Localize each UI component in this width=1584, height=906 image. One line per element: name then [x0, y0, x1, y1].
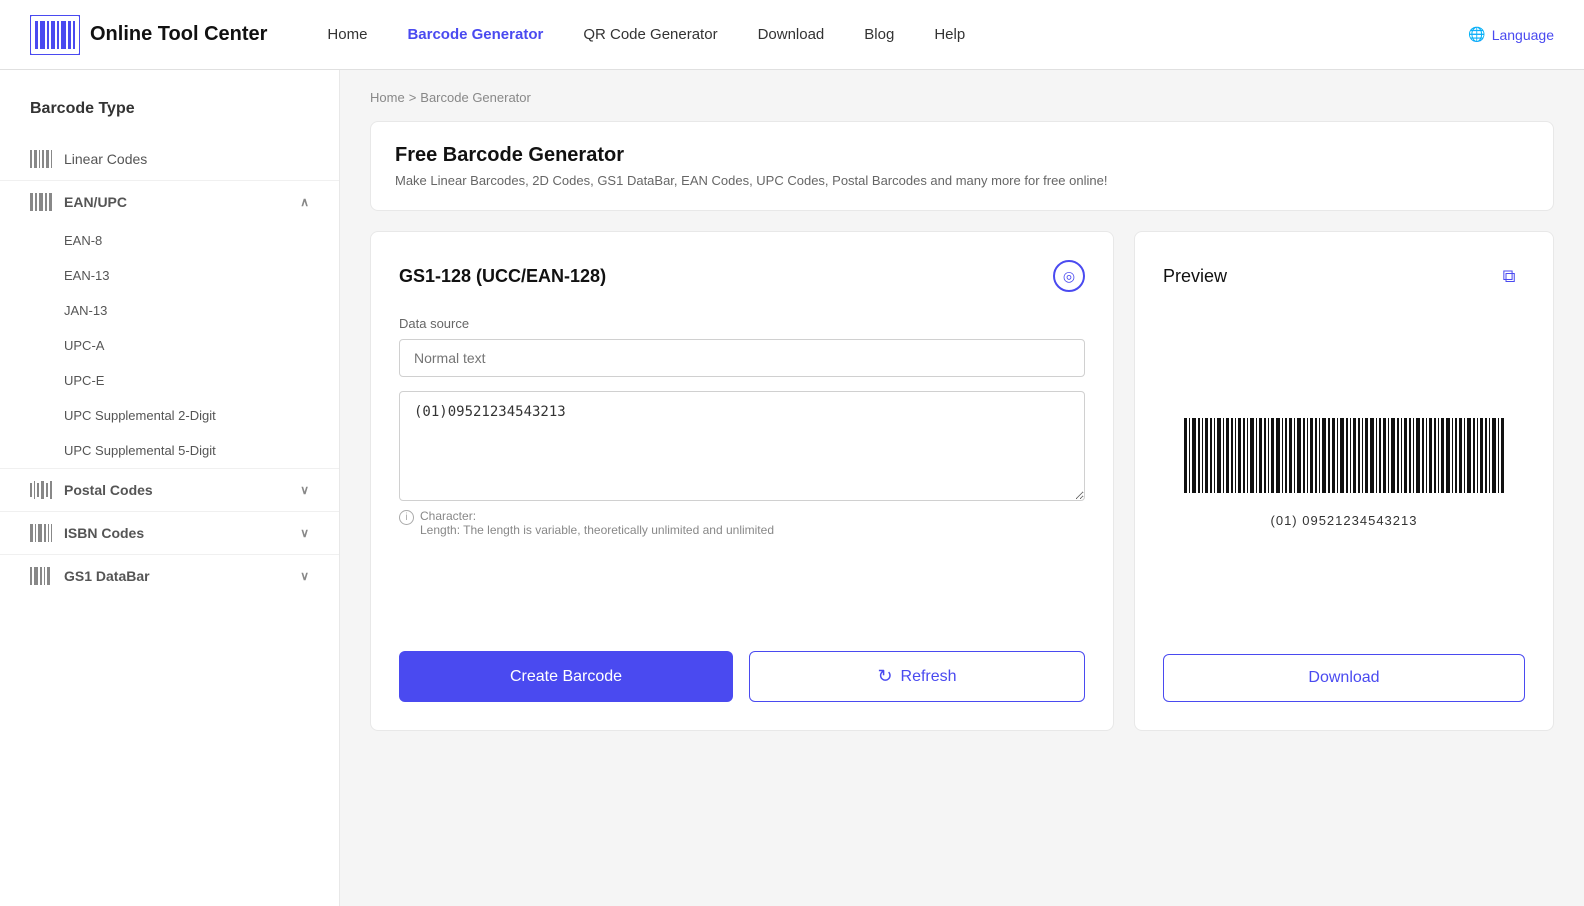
logo[interactable]: Online Tool Center — [30, 15, 267, 55]
refresh-icon: ↻ — [877, 666, 892, 687]
create-barcode-label: Create Barcode — [510, 668, 622, 685]
breadcrumb-current: Barcode Generator — [420, 90, 531, 105]
language-button[interactable]: 🌐 Language — [1468, 26, 1554, 43]
isbn-codes-label: ISBN Codes — [64, 525, 144, 541]
barcode-preview-area: (01) 09521234543213 — [1163, 312, 1525, 634]
generator-title-row: GS1-128 (UCC/EAN-128) ◎ — [399, 260, 1085, 292]
preview-title-row: Preview ⧉ — [1163, 260, 1525, 292]
breadcrumb-sep: > — [409, 90, 417, 105]
generator-row: GS1-128 (UCC/EAN-128) ◎ Data source (01)… — [370, 231, 1554, 731]
postal-codes-icon — [30, 481, 52, 499]
hero-title: Free Barcode Generator — [395, 144, 1529, 167]
barcode-image — [1184, 418, 1504, 503]
globe-icon: 🌐 — [1468, 26, 1485, 43]
sidebar-group-header-isbn-codes[interactable]: ISBN Codes ∨ — [0, 512, 339, 554]
action-buttons: Create Barcode ↻ Refresh — [399, 621, 1085, 702]
preview-title: Preview — [1163, 266, 1227, 287]
sidebar-sub-item-upce[interactable]: UPC-E — [0, 363, 339, 398]
main-nav: Home Barcode Generator QR Code Generator… — [327, 26, 1468, 43]
copy-icon: ⧉ — [1503, 266, 1516, 287]
logo-text: Online Tool Center — [90, 23, 267, 46]
download-button[interactable]: Download — [1163, 654, 1525, 702]
char-info-label: Character: — [420, 509, 476, 523]
sidebar-sub-item-ean13[interactable]: EAN-13 — [0, 258, 339, 293]
data-source-label: Data source — [399, 316, 1085, 331]
sidebar-sub-item-upc-supp5[interactable]: UPC Supplemental 5-Digit — [0, 433, 339, 468]
barcode-label-text: (01) 09521234543213 — [1271, 513, 1418, 528]
data-source-input[interactable] — [399, 339, 1085, 377]
isbn-codes-chevron: ∨ — [300, 526, 309, 540]
nav-blog[interactable]: Blog — [864, 26, 894, 43]
sidebar-group-gs1-databar: GS1 DataBar ∨ — [0, 554, 339, 597]
main-layout: Barcode Type Linear Codes — [0, 70, 1584, 906]
gs1-databar-icon — [30, 567, 52, 585]
postal-codes-chevron: ∨ — [300, 483, 309, 497]
char-info-text: Character: Length: The length is variabl… — [420, 509, 774, 537]
linear-codes-icon — [30, 150, 52, 168]
sidebar-group-header-gs1-databar[interactable]: GS1 DataBar ∨ — [0, 555, 339, 597]
sidebar-group-header-postal-codes[interactable]: Postal Codes ∨ — [0, 469, 339, 511]
sidebar-group-ean-upc: EAN/UPC ∧ EAN-8 EAN-13 JAN-13 UPC-A UPC-… — [0, 180, 339, 468]
barcode-image-wrap: (01) 09521234543213 — [1184, 418, 1504, 528]
gs1-databar-label: GS1 DataBar — [64, 568, 150, 584]
refresh-label: Refresh — [901, 668, 957, 686]
generator-panel: GS1-128 (UCC/EAN-128) ◎ Data source (01)… — [370, 231, 1114, 731]
logo-icon — [30, 15, 80, 55]
hero-description: Make Linear Barcodes, 2D Codes, GS1 Data… — [395, 173, 1529, 188]
copy-button[interactable]: ⧉ — [1493, 260, 1525, 292]
nav-home[interactable]: Home — [327, 26, 367, 43]
sidebar-item-linear-codes[interactable]: Linear Codes — [0, 138, 339, 180]
info-icon: ◎ — [1063, 268, 1075, 285]
sidebar-group-isbn-codes: ISBN Codes ∨ — [0, 511, 339, 554]
download-label: Download — [1308, 669, 1379, 686]
refresh-button[interactable]: ↻ Refresh — [749, 651, 1085, 702]
nav-download[interactable]: Download — [758, 26, 825, 43]
ean-upc-label: EAN/UPC — [64, 194, 127, 210]
char-info-detail: Length: The length is variable, theoreti… — [420, 523, 774, 537]
create-barcode-button[interactable]: Create Barcode — [399, 651, 733, 702]
header: Online Tool Center Home Barcode Generato… — [0, 0, 1584, 70]
sidebar-sub-item-jan13[interactable]: JAN-13 — [0, 293, 339, 328]
hero-box: Free Barcode Generator Make Linear Barco… — [370, 121, 1554, 211]
sidebar-title: Barcode Type — [0, 90, 339, 138]
content-area: Home > Barcode Generator Free Barcode Ge… — [340, 70, 1584, 906]
nav-barcode-generator[interactable]: Barcode Generator — [407, 26, 543, 43]
info-button[interactable]: ◎ — [1053, 260, 1085, 292]
sidebar-group-postal-codes: Postal Codes ∨ — [0, 468, 339, 511]
sidebar-sub-item-ean8[interactable]: EAN-8 — [0, 223, 339, 258]
generator-title: GS1-128 (UCC/EAN-128) — [399, 266, 606, 287]
sidebar-item-label: Linear Codes — [64, 151, 147, 167]
preview-panel: Preview ⧉ — [1134, 231, 1554, 731]
sidebar-group-header-ean-upc[interactable]: EAN/UPC ∧ — [0, 181, 339, 223]
language-label: Language — [1492, 27, 1554, 43]
sidebar-sub-item-upc-supp2[interactable]: UPC Supplemental 2-Digit — [0, 398, 339, 433]
nav-help[interactable]: Help — [934, 26, 965, 43]
breadcrumb: Home > Barcode Generator — [370, 90, 1554, 105]
ean-upc-sub-items: EAN-8 EAN-13 JAN-13 UPC-A UPC-E UPC Supp… — [0, 223, 339, 468]
isbn-codes-icon — [30, 524, 52, 542]
char-info: i Character: Length: The length is varia… — [399, 509, 1085, 537]
gs1-databar-chevron: ∨ — [300, 569, 309, 583]
sidebar-sub-item-upca[interactable]: UPC-A — [0, 328, 339, 363]
breadcrumb-home[interactable]: Home — [370, 90, 405, 105]
nav-qr-code-generator[interactable]: QR Code Generator — [583, 26, 717, 43]
ean-upc-icon — [30, 193, 52, 211]
char-info-icon: i — [399, 510, 414, 525]
ean-upc-chevron-up: ∧ — [300, 195, 309, 209]
postal-codes-label: Postal Codes — [64, 482, 153, 498]
sidebar: Barcode Type Linear Codes — [0, 70, 340, 906]
barcode-value-textarea[interactable]: (01)09521234543213 — [399, 391, 1085, 501]
